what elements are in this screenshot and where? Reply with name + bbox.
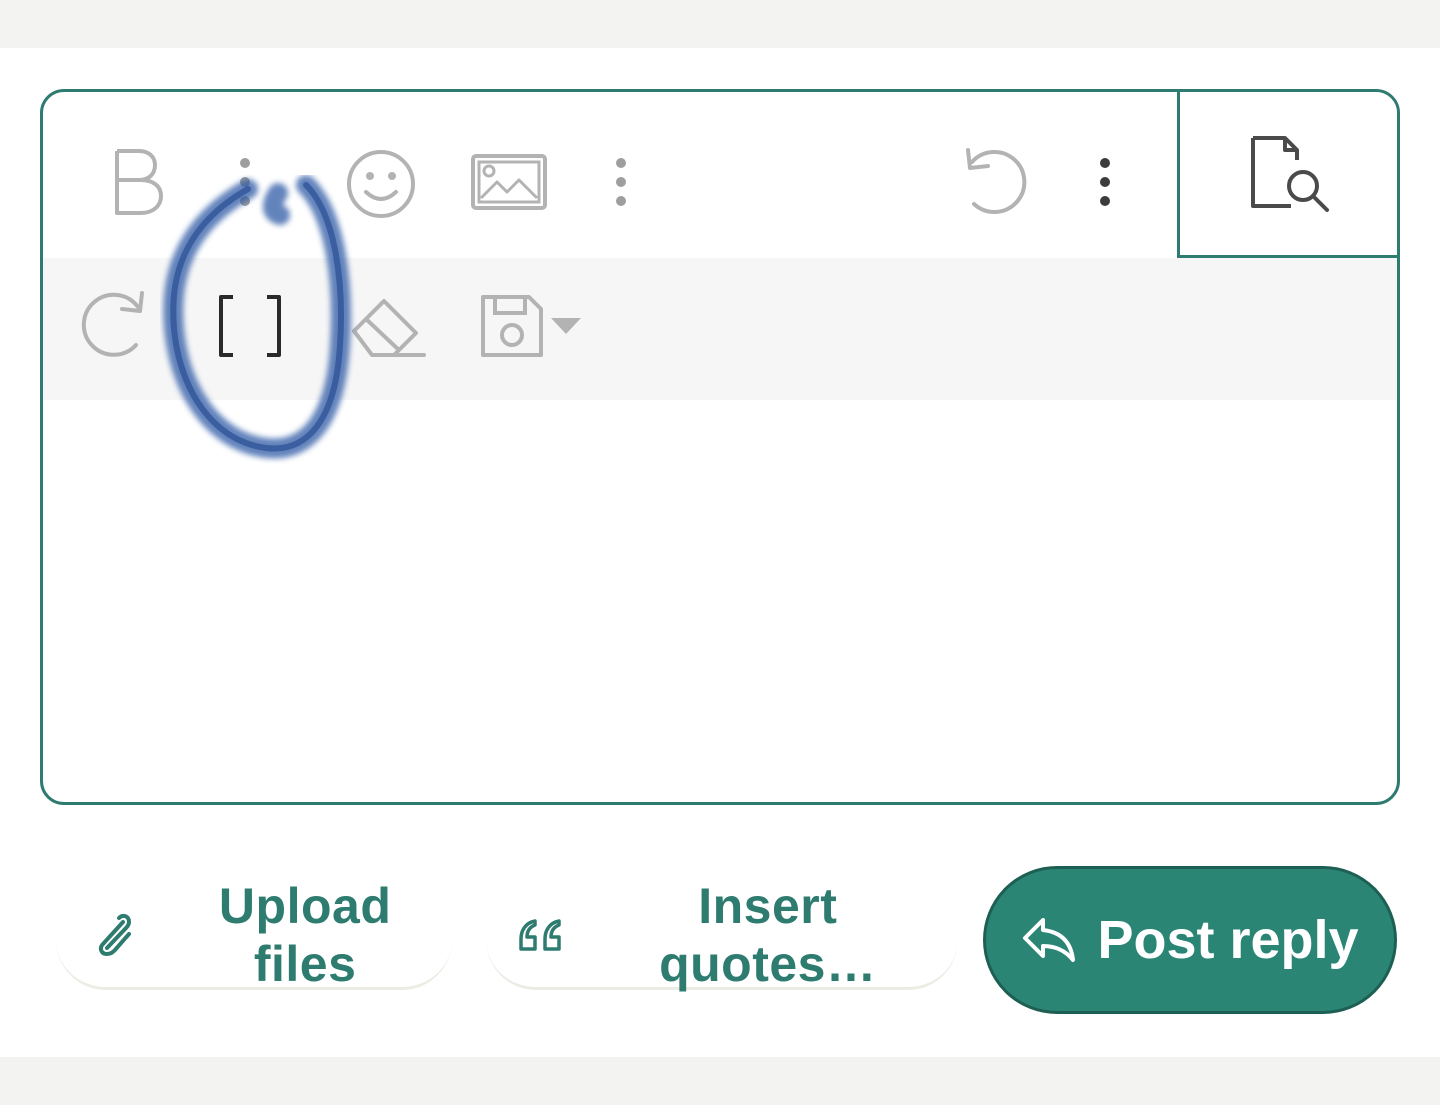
bbcode-toggle-button[interactable] [205,286,295,366]
drafts-button[interactable] [471,286,591,366]
redo-button[interactable] [69,280,159,370]
bold-icon [115,149,163,215]
redo-icon [81,291,144,357]
upload-files-button[interactable]: Upload files [56,878,452,992]
bold-button[interactable] [97,132,177,232]
more-text-button[interactable] [223,142,267,222]
upload-files-label: Upload files [218,877,392,992]
post-reply-label: Post reply [1097,910,1359,970]
floppy-disk-icon [481,295,543,357]
square-brackets-icon [219,295,281,357]
editor-toolbar-row-2 [43,258,1397,400]
smiley-icon [347,150,415,218]
image-icon [471,154,547,210]
remove-formatting-button[interactable] [341,286,431,366]
quote-icon [510,915,570,955]
message-textarea[interactable] [43,400,1397,802]
vertical-ellipsis-icon [616,158,626,206]
emoji-button[interactable] [339,142,423,226]
undo-button[interactable] [949,140,1039,224]
paperclip-icon [80,910,142,960]
document-search-icon [1251,135,1329,212]
more-insert-button[interactable] [599,142,643,222]
more-options-button[interactable] [1083,142,1127,222]
chevron-down-icon [551,318,581,334]
eraser-icon [352,299,426,357]
post-reply-button[interactable]: Post reply [983,866,1397,1014]
vertical-ellipsis-icon [1100,158,1110,206]
page-bottom-strip [0,1057,1440,1105]
insert-quotes-button[interactable]: Insert quotes… [486,878,958,992]
vertical-ellipsis-icon [240,158,250,206]
preview-button[interactable] [1177,92,1397,258]
undo-icon [966,148,1027,214]
page-top-strip [0,0,1440,48]
image-button[interactable] [467,142,551,222]
insert-quotes-label: Insert quotes… [659,877,877,992]
editor-toolbar-row-1 [43,92,1397,258]
reply-icon [1021,916,1077,964]
message-editor[interactable] [40,89,1400,805]
